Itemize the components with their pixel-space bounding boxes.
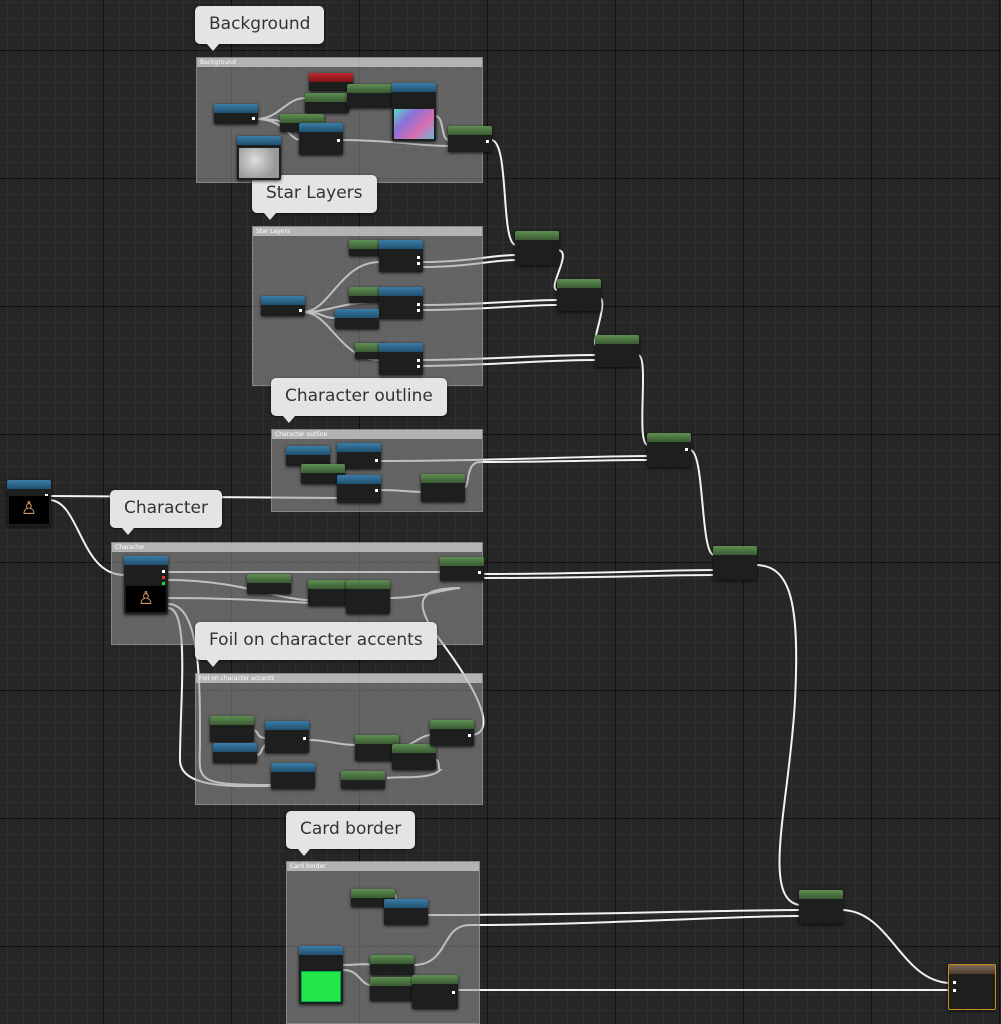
- scalar-parameter-node[interactable]: [210, 716, 254, 742]
- character-thumbnail: ♙: [126, 586, 166, 612]
- comment-header: Character: [112, 543, 482, 552]
- panner-node[interactable]: [299, 123, 343, 155]
- texcoord-node[interactable]: [214, 104, 258, 124]
- add-node[interactable]: [347, 84, 393, 108]
- texture-sample-node[interactable]: [265, 721, 309, 753]
- comment-header: Background: [197, 58, 482, 67]
- comment-header: Foil on character accents: [196, 674, 482, 683]
- rainbow-texture-thumbnail: [394, 109, 434, 139]
- comment-bubble-star-layers[interactable]: Star Layers: [252, 175, 377, 220]
- scalar-parameter-node[interactable]: [247, 574, 291, 594]
- multiply-node[interactable]: [305, 93, 349, 113]
- texcoord-node[interactable]: [213, 743, 257, 763]
- lerp-node[interactable]: [412, 975, 458, 1009]
- material-graph-canvas[interactable]: Background Background Star Layers Star L…: [0, 0, 1001, 1024]
- lerp-node[interactable]: [713, 546, 757, 580]
- add-node[interactable]: [515, 231, 559, 265]
- texture-sample-node[interactable]: [392, 83, 436, 141]
- add-node[interactable]: [430, 720, 474, 746]
- character-thumbnail: ♙: [9, 496, 49, 524]
- lerp-node[interactable]: [647, 433, 691, 467]
- texture-sample-node[interactable]: [379, 343, 423, 375]
- character-texture-node[interactable]: ♙: [7, 480, 51, 526]
- mask-texture-node[interactable]: [271, 763, 315, 789]
- add-node[interactable]: [595, 335, 639, 367]
- scalar-parameter-node[interactable]: [349, 287, 381, 303]
- comment-header: Card border: [287, 862, 479, 871]
- lerp-node[interactable]: [440, 557, 484, 581]
- lerp-node[interactable]: [448, 126, 492, 152]
- comment-header: Star Layers: [253, 227, 482, 236]
- texture-sample-node[interactable]: [384, 899, 428, 925]
- border-texture-node[interactable]: [299, 946, 343, 1004]
- multiply-node[interactable]: [421, 474, 465, 502]
- texture-sample-node[interactable]: ♙: [124, 556, 168, 614]
- multiply-node[interactable]: [392, 744, 436, 770]
- material-result-node[interactable]: [948, 964, 996, 1010]
- multiply-node[interactable]: [308, 580, 350, 606]
- scalar-parameter-node[interactable]: [370, 955, 414, 975]
- comment-bubble-foil[interactable]: Foil on character accents: [195, 622, 437, 667]
- texture-sample-node[interactable]: [379, 287, 423, 319]
- lerp-node[interactable]: [346, 580, 390, 614]
- border-texture-thumbnail: [301, 971, 341, 1002]
- comment-bubble-character[interactable]: Character: [110, 490, 222, 535]
- noise-texture-node[interactable]: [237, 136, 281, 180]
- noise-texture-thumbnail: [239, 148, 279, 178]
- lerp-node[interactable]: [799, 890, 843, 924]
- multiply-node[interactable]: [370, 977, 414, 1001]
- panner-node[interactable]: [335, 309, 379, 329]
- texture-sample-node[interactable]: [379, 240, 423, 272]
- comment-header: Character outline: [272, 430, 482, 439]
- scalar-parameter-node[interactable]: [341, 771, 385, 789]
- add-node[interactable]: [557, 279, 601, 311]
- comment-bubble-background[interactable]: Background: [195, 6, 325, 51]
- texcoord-node[interactable]: [286, 446, 330, 466]
- comment-bubble-character-outline[interactable]: Character outline: [271, 378, 447, 423]
- scalar-parameter-node[interactable]: [349, 240, 381, 256]
- texture-sample-node[interactable]: [337, 475, 381, 503]
- comment-bubble-card-border[interactable]: Card border: [286, 811, 416, 856]
- texcoord-node[interactable]: [261, 296, 305, 316]
